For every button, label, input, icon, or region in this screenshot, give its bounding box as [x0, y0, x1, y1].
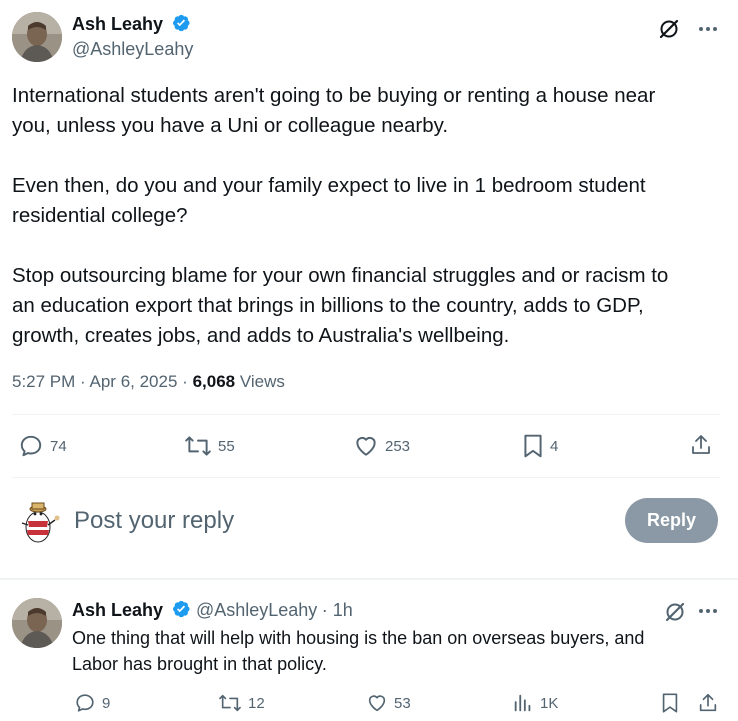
grok-icon[interactable]: [658, 18, 680, 45]
reply-text: One thing that will help with housing is…: [72, 628, 645, 674]
reply-share-action[interactable]: [697, 691, 719, 715]
share-icon: [692, 435, 710, 454]
share-icon: [699, 693, 717, 712]
reply-icon: [20, 435, 42, 457]
divider: [12, 414, 720, 415]
heart-icon: [368, 695, 386, 712]
retweet-icon: [185, 436, 211, 456]
reply-reply-action[interactable]: 9: [74, 692, 110, 714]
meta-separator: ·: [182, 372, 188, 391]
reply-author-avatar[interactable]: [12, 598, 62, 648]
tweet-time[interactable]: 5:27 PM: [12, 372, 75, 391]
bookmark-count: 4: [550, 437, 559, 455]
views-icon: [514, 694, 531, 712]
bookmark-action[interactable]: 4: [522, 433, 558, 459]
reply-author-handle[interactable]: @AshleyLeahy: [196, 600, 317, 620]
reply-views-action[interactable]: 1K: [512, 692, 558, 714]
reply-like-count: 53: [394, 694, 411, 712]
reply-bookmark-action[interactable]: [660, 692, 680, 714]
tweet-meta: 5:27 PM · Apr 6, 2025 · 6,068 Views: [12, 372, 285, 392]
tweet-text: International students aren't going to b…: [12, 84, 669, 347]
tweet-date[interactable]: Apr 6, 2025: [90, 372, 178, 391]
verified-badge-icon: [173, 14, 191, 32]
reply-views-count: 1K: [540, 694, 559, 712]
more-icon[interactable]: [697, 22, 719, 40]
like-action[interactable]: 253: [353, 433, 410, 459]
author-avatar[interactable]: [12, 12, 62, 62]
reply-action[interactable]: 74: [18, 433, 67, 459]
author-name-row: Ash Leahy: [72, 13, 191, 35]
user-avatar[interactable]: [14, 497, 64, 547]
reply-count: 74: [50, 437, 67, 455]
retweet-count: 55: [218, 437, 235, 455]
share-action[interactable]: [689, 432, 713, 458]
reply-button[interactable]: Reply: [625, 498, 718, 543]
verified-badge-icon: [173, 600, 191, 618]
author-handle[interactable]: @AshleyLeahy: [72, 39, 193, 60]
meta-separator: ·: [80, 372, 86, 391]
divider: [12, 477, 720, 478]
reply-retweet-count: 12: [248, 694, 265, 712]
grok-icon[interactable]: [664, 601, 686, 628]
section-divider: [0, 578, 738, 580]
heart-icon: [356, 436, 376, 456]
views-count: 6,068: [192, 372, 236, 391]
reply-age[interactable]: · 1h: [322, 600, 353, 620]
views-label: Views: [239, 372, 285, 391]
reply-input[interactable]: Post your reply: [74, 507, 234, 535]
bookmark-icon: [662, 693, 678, 713]
reply-header: Ash Leahy @AshleyLeahy · 1h: [72, 599, 353, 621]
like-count: 253: [385, 437, 411, 455]
retweet-action[interactable]: 55: [184, 433, 235, 459]
reply-like-action[interactable]: 53: [366, 692, 411, 714]
reply-author-name[interactable]: Ash Leahy: [72, 600, 163, 620]
reply-reply-count: 9: [102, 694, 111, 712]
retweet-icon: [219, 694, 241, 712]
author-name[interactable]: Ash Leahy: [72, 14, 163, 34]
more-icon[interactable]: [697, 604, 719, 622]
reply-retweet-action[interactable]: 12: [218, 692, 265, 714]
bookmark-icon: [524, 434, 542, 458]
reply-icon: [76, 694, 94, 712]
